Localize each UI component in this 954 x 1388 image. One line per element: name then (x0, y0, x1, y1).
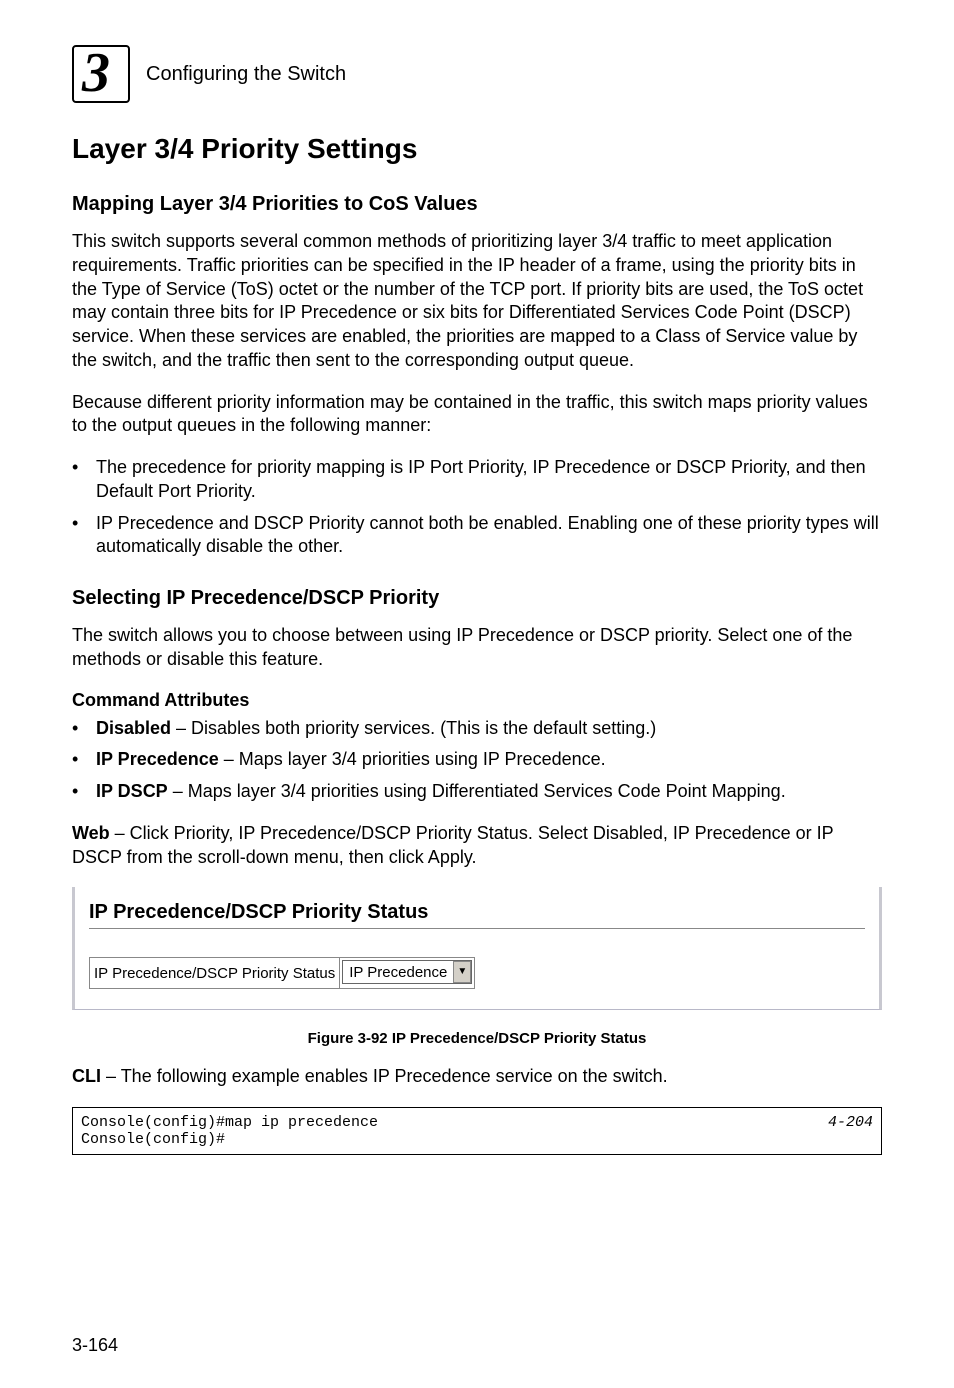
cli-instructions: CLI – The following example enables IP P… (72, 1065, 882, 1089)
attr-desc: – Maps layer 3/4 priorities using IP Pre… (219, 749, 606, 769)
priority-status-field: IP Precedence/DSCP Priority Status IP Pr… (89, 957, 475, 989)
list-item: • IP Precedence – Maps layer 3/4 priorit… (72, 748, 882, 772)
web-label: Web (72, 823, 110, 843)
priority-status-select[interactable]: IP Precedence ▼ (342, 960, 472, 984)
list-item: • Disabled – Disables both priority serv… (72, 717, 882, 741)
priority-status-select-wrap: IP Precedence ▼ (339, 958, 474, 988)
paragraph-intro-2: Because different priority information m… (72, 391, 882, 439)
paragraph-selecting: The switch allows you to choose between … (72, 624, 882, 672)
list-item: • IP Precedence and DSCP Priority cannot… (72, 512, 882, 560)
bullet-dot-icon: • (72, 780, 96, 804)
screenshot-divider (89, 928, 865, 929)
bullet-dot-icon: • (72, 512, 96, 560)
bullet-dot-icon: • (72, 748, 96, 772)
chapter-icon: 3 (72, 45, 130, 103)
attr-name: Disabled (96, 718, 171, 738)
list-item-text: IP DSCP – Maps layer 3/4 priorities usin… (96, 780, 882, 804)
cli-text: – The following example enables IP Prece… (101, 1066, 668, 1086)
list-item: • IP DSCP – Maps layer 3/4 priorities us… (72, 780, 882, 804)
chevron-down-icon: ▼ (453, 961, 471, 983)
screenshot-title: IP Precedence/DSCP Priority Status (89, 901, 865, 924)
chapter-number: 3 (82, 41, 110, 105)
page-container: 3 Configuring the Switch Layer 3/4 Prior… (0, 0, 954, 1195)
attr-desc: – Disables both priority services. (This… (171, 718, 656, 738)
priority-status-label: IP Precedence/DSCP Priority Status (90, 961, 339, 986)
list-item-text: IP Precedence and DSCP Priority cannot b… (96, 512, 882, 560)
attr-name: IP DSCP (96, 781, 168, 801)
list-item-text: Disabled – Disables both priority servic… (96, 717, 882, 741)
list-item-text: IP Precedence – Maps layer 3/4 prioritie… (96, 748, 882, 772)
bullet-dot-icon: • (72, 717, 96, 741)
cli-line: Console(config)# (81, 1131, 873, 1148)
cli-line: Console(config)#map ip precedence 4-204 (81, 1114, 873, 1131)
attr-desc: – Maps layer 3/4 priorities using Differ… (168, 781, 786, 801)
running-header: 3 Configuring the Switch (72, 45, 882, 103)
command-attributes-heading: Command Attributes (72, 690, 882, 711)
cli-command: Console(config)# (81, 1131, 225, 1148)
cli-reference: 4-204 (828, 1114, 873, 1131)
cli-command: Console(config)#map ip precedence (81, 1114, 378, 1131)
priority-status-select-value: IP Precedence (343, 964, 453, 981)
bullet-list-mapping: • The precedence for priority mapping is… (72, 456, 882, 559)
page-number: 3-164 (72, 1335, 118, 1356)
web-text: – Click Priority, IP Precedence/DSCP Pri… (72, 823, 833, 867)
section-heading-mapping: Mapping Layer 3/4 Priorities to CoS Valu… (72, 193, 882, 216)
screenshot-panel: IP Precedence/DSCP Priority Status IP Pr… (72, 887, 882, 1010)
web-instructions: Web – Click Priority, IP Precedence/DSCP… (72, 822, 882, 870)
bullet-list-attributes: • Disabled – Disables both priority serv… (72, 717, 882, 804)
list-item-text: The precedence for priority mapping is I… (96, 456, 882, 504)
attr-name: IP Precedence (96, 749, 219, 769)
paragraph-intro-1: This switch supports several common meth… (72, 230, 882, 373)
list-item: • The precedence for priority mapping is… (72, 456, 882, 504)
page-title: Layer 3/4 Priority Settings (72, 133, 882, 165)
bullet-dot-icon: • (72, 456, 96, 504)
chapter-title: Configuring the Switch (146, 63, 346, 86)
cli-label: CLI (72, 1066, 101, 1086)
section-heading-selecting: Selecting IP Precedence/DSCP Priority (72, 587, 882, 610)
cli-code-block: Console(config)#map ip precedence 4-204 … (72, 1107, 882, 1155)
figure-caption: Figure 3-92 IP Precedence/DSCP Priority … (72, 1030, 882, 1047)
